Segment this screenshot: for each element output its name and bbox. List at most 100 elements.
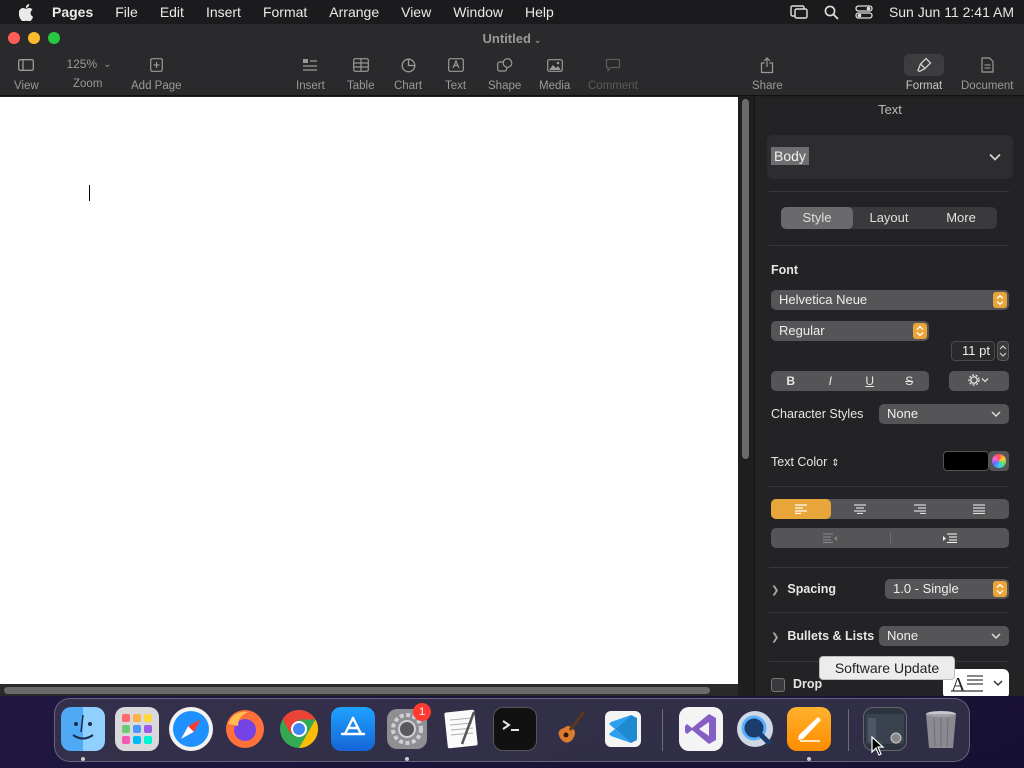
pages-pen-icon	[798, 717, 821, 742]
bold-button[interactable]: B	[771, 371, 811, 391]
format-button[interactable]: Format	[904, 54, 944, 92]
share-button[interactable]: Share	[752, 54, 783, 92]
menu-clock[interactable]: Sun Jun 11 2:41 AM	[889, 4, 1014, 20]
text-color-well[interactable]	[943, 451, 989, 471]
menu-view[interactable]: View	[401, 4, 431, 20]
dock-finder[interactable]	[61, 707, 105, 751]
menu-arrange[interactable]: Arrange	[329, 4, 379, 20]
menu-app-name[interactable]: Pages	[52, 4, 93, 20]
table-icon	[352, 54, 369, 76]
bullets-lists-popup[interactable]: None	[879, 626, 1009, 646]
tab-style[interactable]: Style	[781, 207, 853, 229]
textedit-icon	[444, 709, 478, 749]
tab-more[interactable]: More	[925, 207, 997, 229]
align-left-button[interactable]	[771, 499, 831, 519]
chart-button[interactable]: Chart	[394, 54, 422, 92]
comment-button[interactable]: Comment	[588, 54, 638, 92]
dock-separator	[848, 709, 849, 751]
media-label: Media	[539, 80, 571, 92]
align-center-button[interactable]	[831, 499, 891, 519]
table-button[interactable]: Table	[347, 54, 375, 92]
menu-format[interactable]: Format	[263, 4, 307, 20]
chart-label: Chart	[394, 80, 423, 92]
italic-button[interactable]: I	[811, 371, 851, 391]
view-button[interactable]: View	[14, 54, 39, 92]
drop-cap-checkbox[interactable]	[771, 678, 785, 692]
add-page-label: Add Page	[131, 80, 182, 92]
color-picker-button[interactable]	[989, 451, 1009, 471]
bullets-lists-label: Bullets & Lists	[787, 629, 875, 643]
gear-icon	[968, 373, 990, 389]
menu-help[interactable]: Help	[525, 4, 554, 20]
bullets-lists-disclosure[interactable]: ❯ Bullets & Lists	[771, 629, 874, 643]
underline-button[interactable]: U	[850, 371, 890, 391]
menu-window[interactable]: Window	[453, 4, 503, 20]
dock-safari[interactable]	[169, 707, 213, 751]
dock-vscode[interactable]	[601, 707, 645, 751]
dock-app-store[interactable]	[331, 707, 375, 751]
dock-system-settings[interactable]: 1	[385, 703, 431, 751]
safari-compass-icon	[173, 711, 209, 747]
menu-edit[interactable]: Edit	[160, 4, 184, 20]
text-color-label[interactable]: Text Color ⇕	[771, 455, 840, 469]
dock-textedit[interactable]	[439, 707, 483, 751]
horizontal-scroll-thumb[interactable]	[4, 687, 710, 694]
align-right-button[interactable]	[890, 499, 950, 519]
dock-terminal[interactable]	[493, 707, 537, 751]
tab-layout[interactable]: Layout	[853, 207, 925, 229]
shape-button[interactable]: Shape	[488, 54, 521, 92]
vertical-scroll-thumb[interactable]	[742, 99, 749, 459]
document-page[interactable]	[0, 97, 738, 696]
spotlight-search-icon[interactable]	[824, 5, 839, 20]
font-size-stepper[interactable]	[997, 341, 1009, 361]
font-typeface-popup[interactable]: Regular	[771, 321, 929, 341]
dock-pages[interactable]	[787, 707, 831, 751]
chevron-down-icon	[991, 404, 1001, 430]
dock-firefox[interactable]	[223, 707, 267, 751]
document-button[interactable]: Document	[961, 54, 1013, 92]
character-styles-popup[interactable]: None	[879, 404, 1009, 424]
text-button[interactable]: Text	[445, 54, 466, 92]
spacing-popup[interactable]: 1.0 - Single	[885, 579, 1009, 599]
font-family-popup[interactable]: Helvetica Neue	[771, 290, 1009, 310]
menu-file[interactable]: File	[115, 4, 138, 20]
drop-cap-label: Drop	[793, 677, 823, 691]
justify-button[interactable]	[950, 499, 1010, 519]
document-title[interactable]: Untitled ⌄	[0, 31, 1024, 46]
inspector-title: Text	[878, 102, 902, 117]
insert-icon	[302, 54, 318, 76]
character-styles-label: Character Styles	[771, 407, 864, 421]
dock-launchpad[interactable]	[115, 707, 159, 751]
control-center-icon[interactable]	[855, 5, 873, 19]
dock-visual-studio[interactable]	[679, 707, 723, 751]
character-styles-value: None	[887, 406, 919, 421]
color-wheel-icon	[992, 454, 1006, 468]
advanced-options-button[interactable]	[949, 371, 1009, 391]
zoom-popup[interactable]: 125% ⌄	[60, 54, 118, 74]
format-inspector: Text Body Style Layout More Font Helveti…	[754, 97, 1024, 696]
text-color-label-text: Text Color	[771, 455, 828, 469]
dock-chrome[interactable]	[277, 707, 321, 751]
decrease-indent-button[interactable]	[771, 528, 890, 548]
media-button[interactable]: Media	[539, 54, 570, 92]
strikethrough-button[interactable]: S	[890, 371, 930, 391]
horizontal-scrollbar[interactable]	[0, 684, 738, 696]
screen-mirroring-icon[interactable]	[790, 5, 808, 19]
running-indicator	[405, 757, 409, 761]
font-size-field[interactable]: 11 pt	[951, 341, 995, 361]
spacing-disclosure[interactable]: ❯ Spacing	[771, 582, 836, 596]
guitar-icon	[558, 711, 586, 743]
apple-menu-icon[interactable]	[18, 3, 34, 21]
text-insertion-cursor	[89, 185, 90, 201]
dock-trash[interactable]	[919, 707, 963, 751]
add-page-button[interactable]: Add Page	[131, 54, 182, 92]
paragraph-style-popup[interactable]: Body	[767, 135, 1013, 179]
vertical-scrollbar[interactable]	[738, 97, 754, 696]
increase-indent-button[interactable]	[891, 528, 1010, 548]
zoom-label: Zoom	[73, 78, 103, 90]
dock-software-update[interactable]	[863, 707, 907, 751]
dock-garageband[interactable]	[547, 707, 591, 751]
dock-quicktime[interactable]	[733, 707, 777, 751]
insert-button[interactable]: Insert	[296, 54, 325, 92]
menu-insert[interactable]: Insert	[206, 4, 241, 20]
